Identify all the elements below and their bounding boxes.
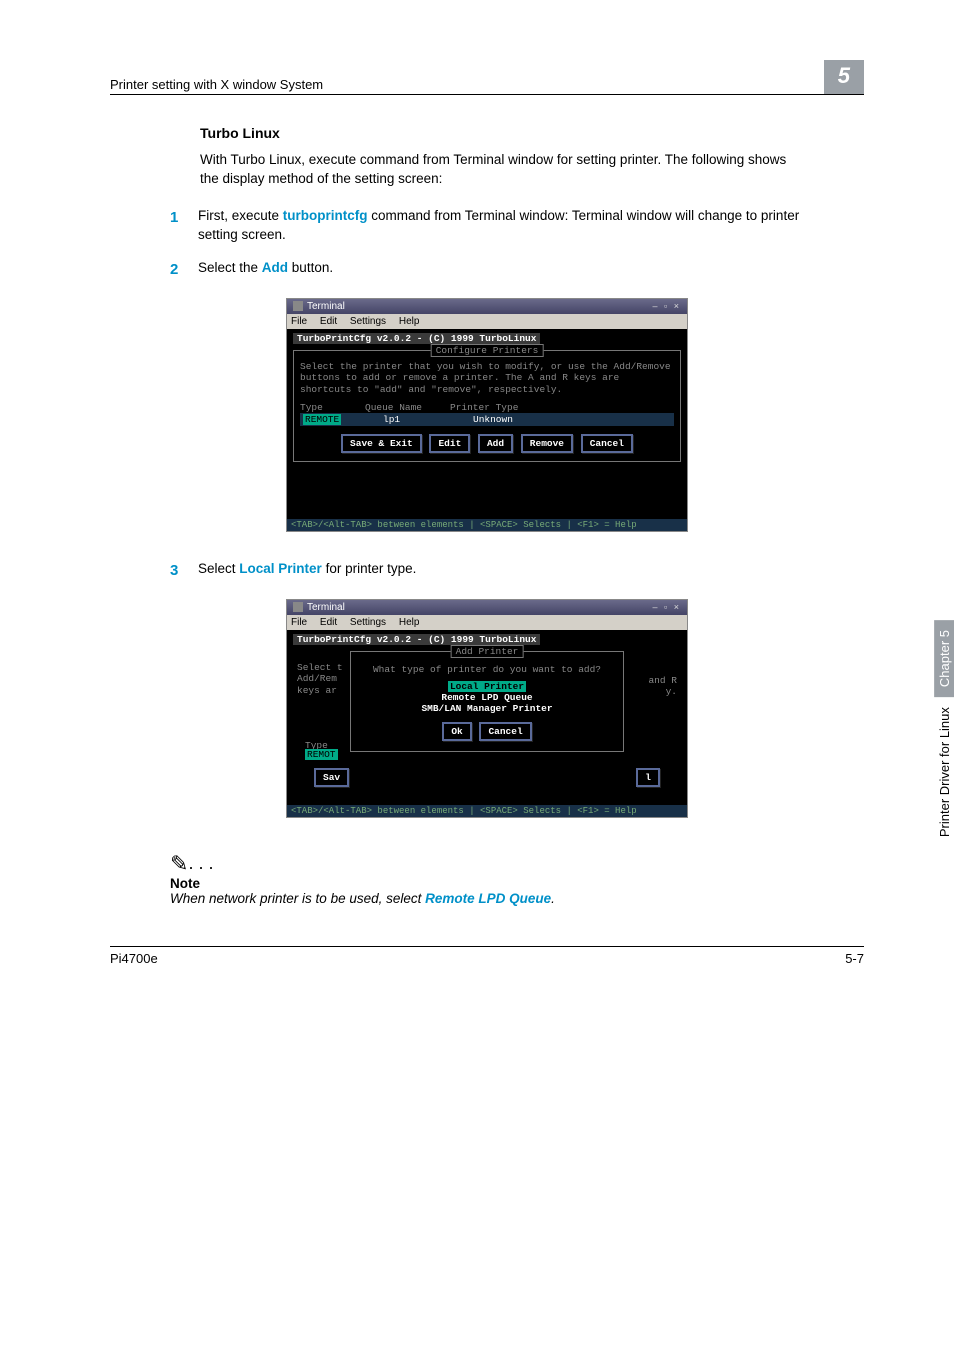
footer-right: 5-7 <box>845 951 864 966</box>
window-buttons: – ▫ × <box>653 602 681 612</box>
note-pre: When network printer is to be used, sele… <box>170 891 425 906</box>
note-dots: . . . <box>188 853 213 873</box>
menu-help: Help <box>399 316 420 327</box>
add-button: Add <box>478 434 513 453</box>
step-text-post: for printer type. <box>322 561 417 576</box>
app-icon <box>293 301 303 311</box>
header-left-text: Printer setting with X window System <box>110 77 323 92</box>
option-local-printer: Local Printer <box>448 681 526 692</box>
dialog-title: Add Printer <box>451 645 524 658</box>
note-text: When network printer is to be used, sele… <box>170 891 864 906</box>
row-queue: lp1 <box>383 414 443 425</box>
footer-left: Pi4700e <box>110 951 158 966</box>
printer-table-header: Type Queue Name Printer Type <box>300 402 674 413</box>
command-add: Add <box>262 260 288 275</box>
step-1: 1 First, execute turboprintcfg command f… <box>170 207 804 245</box>
menu-edit: Edit <box>320 617 337 628</box>
bg-frag: Add/Rem <box>297 673 337 684</box>
terminal-body: TurboPrintCfg v2.0.2 - (C) 1999 TurboLin… <box>287 329 687 519</box>
note-block: ✎. . . Note When network printer is to b… <box>170 848 864 906</box>
page-footer: Pi4700e 5-7 <box>110 946 864 966</box>
menu-help: Help <box>399 617 420 628</box>
bg-frag: keys ar <box>297 685 337 696</box>
cancel-button: Cancel <box>479 722 531 741</box>
window-titlebar: Terminal – ▫ × <box>287 299 687 314</box>
app-icon <box>293 602 303 612</box>
terminal-footer-hints: <TAB>/<Alt-TAB> between elements | <SPAC… <box>287 805 687 817</box>
step-3: 3 Select Local Printer for printer type. <box>170 560 804 581</box>
cancel-button: Cancel <box>581 434 633 453</box>
menubar: File Edit Settings Help <box>287 314 687 329</box>
ok-button: Ok <box>442 722 471 741</box>
printer-row: REMOTE lp1 Unknown <box>300 413 674 426</box>
step-text-pre: Select the <box>198 260 262 275</box>
menu-file: File <box>291 617 307 628</box>
col-ptype: Printer Type <box>450 402 518 413</box>
note-command: Remote LPD Queue <box>425 891 551 906</box>
section-intro: With Turbo Linux, execute command from T… <box>200 151 804 189</box>
edit-button: Edit <box>429 434 470 453</box>
chapter-number-box: 5 <box>824 60 864 94</box>
app-header-label: TurboPrintCfg v2.0.2 - (C) 1999 TurboLin… <box>293 333 681 344</box>
app-header-label: TurboPrintCfg v2.0.2 - (C) 1999 TurboLin… <box>293 634 681 645</box>
bg-text-left: Select t Add/Rem keys ar <box>297 662 343 698</box>
row-type-highlight: REMOTE <box>303 414 341 425</box>
menu-edit: Edit <box>320 316 337 327</box>
bg-1-button-frag: l <box>635 768 661 787</box>
menu-file: File <box>291 316 307 327</box>
command-turboprintcfg: turboprintcfg <box>283 208 368 223</box>
step-text-post: button. <box>288 260 333 275</box>
window-title: Terminal <box>307 301 345 312</box>
step-number: 3 <box>170 560 198 581</box>
terminal-footer-hints: <TAB>/<Alt-TAB> between elements | <SPAC… <box>287 519 687 531</box>
dialog-prompt: What type of printer do you want to add? <box>357 664 617 676</box>
sidebar-label: Printer Driver for Linux <box>937 707 952 837</box>
menu-settings: Settings <box>350 617 386 628</box>
window-title: Terminal <box>307 602 345 613</box>
button-row: Save & Exit Edit Add Remove Cancel <box>300 434 674 453</box>
window-titlebar: Terminal – ▫ × <box>287 600 687 615</box>
bg-sav-button-frag: Sav <box>313 768 350 787</box>
step-text: Select the Add button. <box>198 259 333 280</box>
menu-settings: Settings <box>350 316 386 327</box>
note-label: Note <box>170 876 864 891</box>
save-exit-button: Save & Exit <box>341 434 422 453</box>
step-text-pre: Select <box>198 561 239 576</box>
step-number: 1 <box>170 207 198 245</box>
button-row: Ok Cancel <box>357 722 617 741</box>
section-title: Turbo Linux <box>200 125 864 141</box>
option-remote-lpd: Remote LPD Queue <box>439 692 534 703</box>
remove-button: Remove <box>521 434 573 453</box>
col-queue: Queue Name <box>365 402 440 413</box>
pencil-icon: ✎ <box>170 851 188 877</box>
step-number: 2 <box>170 259 198 280</box>
bg-frag: Select t <box>297 662 343 673</box>
terminal-screenshot-1: Terminal – ▫ × File Edit Settings Help T… <box>286 298 688 532</box>
step-text: First, execute turboprintcfg command fro… <box>198 207 804 245</box>
bg-frag: y. <box>666 686 677 697</box>
note-post: . <box>551 891 555 906</box>
row-ptype: Unknown <box>473 414 513 425</box>
configure-printers-dialog: Configure Printers Select the printer th… <box>293 350 681 463</box>
bg-frag: and R <box>648 675 677 686</box>
bg-frag: REMOT <box>305 749 338 760</box>
col-type: Type <box>300 402 355 413</box>
add-printer-dialog: Add Printer What type of printer do you … <box>350 651 624 753</box>
command-local-printer: Local Printer <box>239 561 322 576</box>
step-text: Select Local Printer for printer type. <box>198 560 416 581</box>
option-smb-lan: SMB/LAN Manager Printer <box>419 703 554 714</box>
step-text-pre: First, execute <box>198 208 283 223</box>
bg-text-right: and R y. <box>648 675 677 699</box>
dialog-title: Configure Printers <box>431 344 544 357</box>
window-buttons: – ▫ × <box>653 301 681 311</box>
sidebar-chapter: Chapter 5 <box>934 620 954 697</box>
page-header: Printer setting with X window System 5 <box>110 60 864 95</box>
step-2: 2 Select the Add button. <box>170 259 804 280</box>
terminal-screenshot-2: Terminal – ▫ × File Edit Settings Help T… <box>286 599 688 818</box>
dialog-instructions: Select the printer that you wish to modi… <box>300 361 674 397</box>
terminal-body: TurboPrintCfg v2.0.2 - (C) 1999 TurboLin… <box>287 630 687 805</box>
side-tab: Printer Driver for Linux Chapter 5 <box>934 620 954 837</box>
menubar: File Edit Settings Help <box>287 615 687 630</box>
